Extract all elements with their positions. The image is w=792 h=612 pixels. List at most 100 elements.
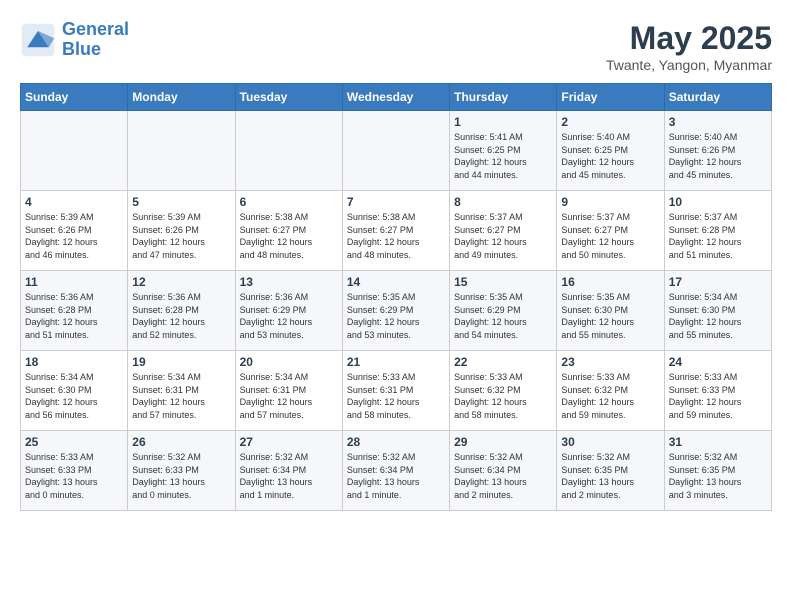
logo-line2: Blue <box>62 39 101 59</box>
week-row-3: 11 Sunrise: 5:36 AM Sunset: 6:28 PM Dayli… <box>21 271 772 351</box>
day-detail: Sunrise: 5:35 AM Sunset: 6:30 PM Dayligh… <box>561 291 659 341</box>
column-header-tuesday: Tuesday <box>235 84 342 111</box>
day-number: 30 <box>561 435 659 449</box>
day-detail: Sunrise: 5:39 AM Sunset: 6:26 PM Dayligh… <box>25 211 123 261</box>
day-cell: 7 Sunrise: 5:38 AM Sunset: 6:27 PM Daylig… <box>342 191 449 271</box>
column-header-monday: Monday <box>128 84 235 111</box>
day-cell: 11 Sunrise: 5:36 AM Sunset: 6:28 PM Dayli… <box>21 271 128 351</box>
day-detail: Sunrise: 5:38 AM Sunset: 6:27 PM Dayligh… <box>347 211 445 261</box>
day-number: 29 <box>454 435 552 449</box>
day-detail: Sunrise: 5:33 AM Sunset: 6:32 PM Dayligh… <box>561 371 659 421</box>
week-row-4: 18Sunrise: 5:34 AM Sunset: 6:30 PM Dayli… <box>21 351 772 431</box>
day-detail: Sunrise: 5:33 AM Sunset: 6:32 PM Dayligh… <box>454 371 552 421</box>
day-number: 17 <box>669 275 767 289</box>
day-number: 28 <box>347 435 445 449</box>
day-number: 10 <box>669 195 767 209</box>
day-detail: Sunrise: 5:37 AM Sunset: 6:28 PM Dayligh… <box>669 211 767 261</box>
day-number: 12 <box>132 275 230 289</box>
day-detail: Sunrise: 5:37 AM Sunset: 6:27 PM Dayligh… <box>561 211 659 261</box>
day-number: 19 <box>132 355 230 369</box>
day-number: 1 <box>454 115 552 129</box>
day-detail: Sunrise: 5:32 AM Sunset: 6:34 PM Dayligh… <box>454 451 552 501</box>
day-cell: 12Sunrise: 5:36 AM Sunset: 6:28 PM Dayli… <box>128 271 235 351</box>
day-detail: Sunrise: 5:36 AM Sunset: 6:28 PM Dayligh… <box>25 291 123 341</box>
week-row-1: 1 Sunrise: 5:41 AM Sunset: 6:25 PM Daylig… <box>21 111 772 191</box>
column-header-thursday: Thursday <box>450 84 557 111</box>
day-number: 6 <box>240 195 338 209</box>
day-cell: 26 Sunrise: 5:32 AM Sunset: 6:33 PM Dayli… <box>128 431 235 511</box>
day-number: 7 <box>347 195 445 209</box>
day-detail: Sunrise: 5:34 AM Sunset: 6:31 PM Dayligh… <box>132 371 230 421</box>
day-cell: 13Sunrise: 5:36 AM Sunset: 6:29 PM Dayli… <box>235 271 342 351</box>
week-row-2: 4 Sunrise: 5:39 AM Sunset: 6:26 PM Daylig… <box>21 191 772 271</box>
day-number: 27 <box>240 435 338 449</box>
day-detail: Sunrise: 5:40 AM Sunset: 6:26 PM Dayligh… <box>669 131 767 181</box>
column-header-sunday: Sunday <box>21 84 128 111</box>
day-number: 21 <box>347 355 445 369</box>
day-cell: 29 Sunrise: 5:32 AM Sunset: 6:34 PM Dayli… <box>450 431 557 511</box>
day-cell: 31 Sunrise: 5:32 AM Sunset: 6:35 PM Dayli… <box>664 431 771 511</box>
day-number: 15 <box>454 275 552 289</box>
header-row: SundayMondayTuesdayWednesdayThursdayFrid… <box>21 84 772 111</box>
day-detail: Sunrise: 5:40 AM Sunset: 6:25 PM Dayligh… <box>561 131 659 181</box>
day-detail: Sunrise: 5:33 AM Sunset: 6:33 PM Dayligh… <box>669 371 767 421</box>
day-detail: Sunrise: 5:35 AM Sunset: 6:29 PM Dayligh… <box>454 291 552 341</box>
day-number: 11 <box>25 275 123 289</box>
day-detail: Sunrise: 5:34 AM Sunset: 6:30 PM Dayligh… <box>669 291 767 341</box>
day-cell <box>128 111 235 191</box>
calendar-table: SundayMondayTuesdayWednesdayThursdayFrid… <box>20 83 772 511</box>
logo-icon <box>20 22 56 58</box>
location-subtitle: Twante, Yangon, Myanmar <box>606 57 772 73</box>
day-number: 26 <box>132 435 230 449</box>
day-cell: 1 Sunrise: 5:41 AM Sunset: 6:25 PM Daylig… <box>450 111 557 191</box>
day-number: 4 <box>25 195 123 209</box>
logo-line1: General <box>62 19 129 39</box>
day-cell: 19 Sunrise: 5:34 AM Sunset: 6:31 PM Dayli… <box>128 351 235 431</box>
day-cell: 15 Sunrise: 5:35 AM Sunset: 6:29 PM Dayli… <box>450 271 557 351</box>
day-cell: 27Sunrise: 5:32 AM Sunset: 6:34 PM Dayli… <box>235 431 342 511</box>
day-cell: 28 Sunrise: 5:32 AM Sunset: 6:34 PM Dayli… <box>342 431 449 511</box>
day-detail: Sunrise: 5:34 AM Sunset: 6:31 PM Dayligh… <box>240 371 338 421</box>
day-number: 14 <box>347 275 445 289</box>
day-number: 3 <box>669 115 767 129</box>
day-detail: Sunrise: 5:39 AM Sunset: 6:26 PM Dayligh… <box>132 211 230 261</box>
day-number: 24 <box>669 355 767 369</box>
day-number: 5 <box>132 195 230 209</box>
day-number: 18 <box>25 355 123 369</box>
day-cell: 16Sunrise: 5:35 AM Sunset: 6:30 PM Dayli… <box>557 271 664 351</box>
day-cell: 18Sunrise: 5:34 AM Sunset: 6:30 PM Dayli… <box>21 351 128 431</box>
day-cell: 5 Sunrise: 5:39 AM Sunset: 6:26 PM Daylig… <box>128 191 235 271</box>
day-cell: 17 Sunrise: 5:34 AM Sunset: 6:30 PM Dayli… <box>664 271 771 351</box>
day-cell <box>342 111 449 191</box>
day-detail: Sunrise: 5:32 AM Sunset: 6:33 PM Dayligh… <box>132 451 230 501</box>
day-detail: Sunrise: 5:32 AM Sunset: 6:34 PM Dayligh… <box>347 451 445 501</box>
day-number: 23 <box>561 355 659 369</box>
day-cell: 20 Sunrise: 5:34 AM Sunset: 6:31 PM Dayli… <box>235 351 342 431</box>
day-number: 25 <box>25 435 123 449</box>
day-number: 2 <box>561 115 659 129</box>
day-cell: 25 Sunrise: 5:33 AM Sunset: 6:33 PM Dayli… <box>21 431 128 511</box>
day-cell <box>21 111 128 191</box>
day-detail: Sunrise: 5:36 AM Sunset: 6:29 PM Dayligh… <box>240 291 338 341</box>
day-detail: Sunrise: 5:32 AM Sunset: 6:35 PM Dayligh… <box>669 451 767 501</box>
day-cell: 10 Sunrise: 5:37 AM Sunset: 6:28 PM Dayli… <box>664 191 771 271</box>
day-cell: 23 Sunrise: 5:33 AM Sunset: 6:32 PM Dayli… <box>557 351 664 431</box>
day-detail: Sunrise: 5:33 AM Sunset: 6:31 PM Dayligh… <box>347 371 445 421</box>
day-cell: 2 Sunrise: 5:40 AM Sunset: 6:25 PM Daylig… <box>557 111 664 191</box>
day-number: 9 <box>561 195 659 209</box>
day-cell: 22 Sunrise: 5:33 AM Sunset: 6:32 PM Dayli… <box>450 351 557 431</box>
month-title: May 2025 <box>606 20 772 57</box>
day-detail: Sunrise: 5:33 AM Sunset: 6:33 PM Dayligh… <box>25 451 123 501</box>
column-header-friday: Friday <box>557 84 664 111</box>
page-header: General Blue May 2025 Twante, Yangon, My… <box>20 20 772 73</box>
day-number: 20 <box>240 355 338 369</box>
day-number: 31 <box>669 435 767 449</box>
logo: General Blue <box>20 20 129 60</box>
day-detail: Sunrise: 5:41 AM Sunset: 6:25 PM Dayligh… <box>454 131 552 181</box>
day-cell: 30Sunrise: 5:32 AM Sunset: 6:35 PM Dayli… <box>557 431 664 511</box>
week-row-5: 25 Sunrise: 5:33 AM Sunset: 6:33 PM Dayli… <box>21 431 772 511</box>
day-cell: 9 Sunrise: 5:37 AM Sunset: 6:27 PM Daylig… <box>557 191 664 271</box>
day-number: 22 <box>454 355 552 369</box>
day-cell: 8Sunrise: 5:37 AM Sunset: 6:27 PM Daylig… <box>450 191 557 271</box>
column-header-saturday: Saturday <box>664 84 771 111</box>
